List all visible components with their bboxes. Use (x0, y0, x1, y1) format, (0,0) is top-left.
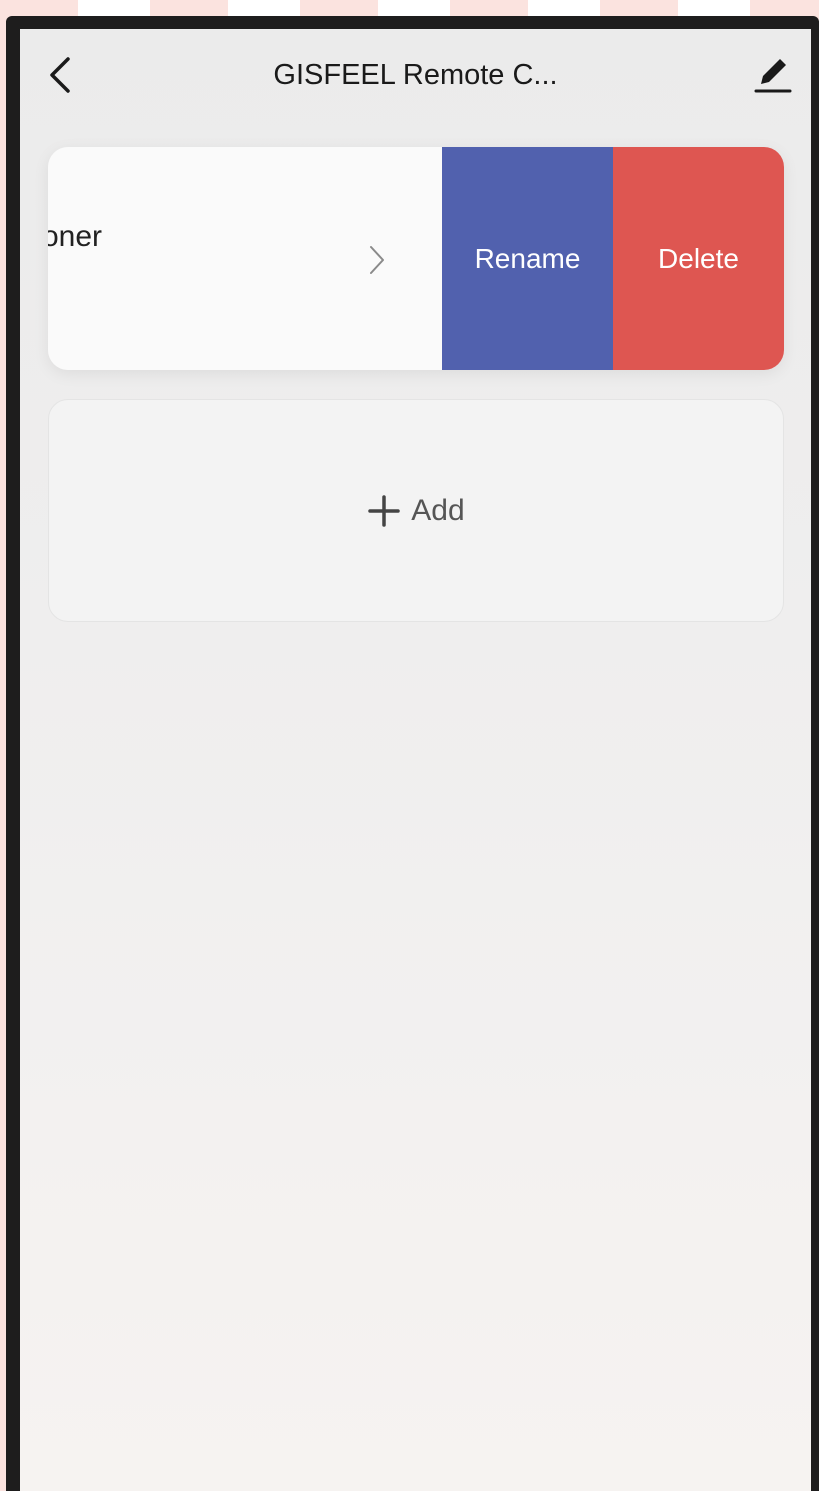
chevron-left-icon (50, 57, 70, 93)
plus-icon (367, 494, 401, 528)
device-list-item: oner Rename Delete (48, 147, 784, 370)
add-label: Add (411, 493, 465, 527)
back-button[interactable] (40, 53, 80, 97)
device-name: oner (48, 220, 103, 253)
pencil-icon (754, 59, 792, 93)
add-device-button[interactable]: Add (48, 399, 784, 622)
edit-button[interactable] (750, 51, 796, 97)
delete-button[interactable]: Delete (613, 147, 784, 370)
page-title: GISFEEL Remote C... (273, 59, 558, 91)
device-row[interactable]: oner (48, 147, 442, 370)
add-content: Add (367, 493, 465, 529)
navigation-bar: GISFEEL Remote C... (20, 29, 811, 119)
chevron-right-icon (366, 243, 388, 277)
app-screen: GISFEEL Remote C... oner Rename Delete A… (20, 29, 811, 1491)
rename-button[interactable]: Rename (442, 147, 613, 370)
